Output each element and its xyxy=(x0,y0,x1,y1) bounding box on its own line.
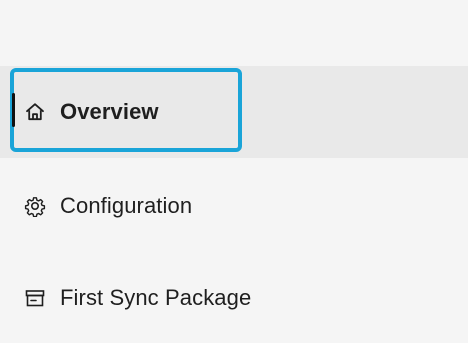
nav-item-configuration[interactable]: Configuration xyxy=(0,160,468,252)
left-navigation-pane: Overview Configuration First Sync Packag… xyxy=(0,0,468,343)
nav-item-overview-label: Overview xyxy=(60,99,159,124)
nav-item-configuration-label: Configuration xyxy=(60,193,193,218)
package-icon xyxy=(24,287,46,309)
selected-item-indicator xyxy=(12,93,15,127)
gear-icon xyxy=(24,195,46,217)
nav-item-first-sync-package[interactable]: First Sync Package xyxy=(0,252,468,343)
nav-item-overview[interactable]: Overview xyxy=(0,66,468,158)
home-icon xyxy=(24,101,46,123)
nav-item-first-sync-package-label: First Sync Package xyxy=(60,285,252,310)
